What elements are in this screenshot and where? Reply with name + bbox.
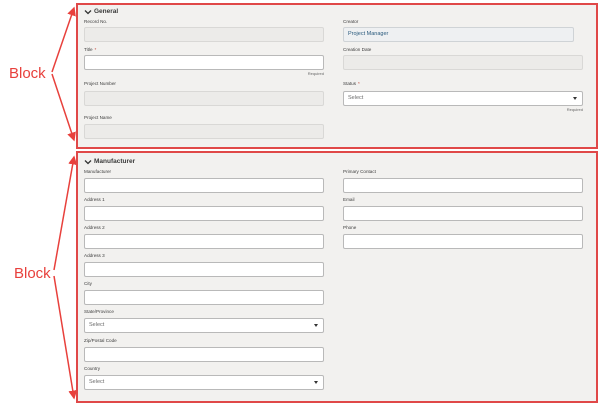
status-select[interactable]: Select bbox=[343, 91, 583, 106]
chevron-down-icon bbox=[84, 9, 92, 14]
city-label: City bbox=[84, 281, 92, 286]
primary-contact-label: Primary Contact bbox=[343, 169, 376, 174]
city-input[interactable] bbox=[84, 290, 324, 305]
address3-label: Address 3 bbox=[84, 253, 105, 258]
state-label: State/Province bbox=[84, 309, 114, 314]
status-label: Status * bbox=[343, 81, 360, 86]
email-label: Email bbox=[343, 197, 355, 202]
caret-down-icon bbox=[573, 97, 577, 100]
arrow-manufacturer-top bbox=[53, 155, 78, 271]
country-select[interactable]: Select bbox=[84, 375, 324, 390]
zip-input[interactable] bbox=[84, 347, 324, 362]
title-label: Title * bbox=[84, 47, 97, 52]
manufacturer-section: Manufacturer Manufacturer Address 1 Addr… bbox=[76, 151, 598, 403]
title-input[interactable] bbox=[84, 55, 324, 70]
creator-field: Project Manager bbox=[343, 27, 574, 42]
manufacturer-label: Manufacturer bbox=[84, 169, 112, 174]
chevron-down-icon bbox=[84, 159, 92, 164]
manufacturer-input[interactable] bbox=[84, 178, 324, 193]
creation-date-label: Creation Date bbox=[343, 47, 372, 52]
title-helper-text: Required bbox=[307, 71, 324, 76]
zip-label: Zip/Postal Code bbox=[84, 338, 117, 343]
general-section: General Record No. Title * Required Proje… bbox=[76, 3, 598, 149]
creator-label: Creator bbox=[343, 19, 359, 24]
arrow-general-top bbox=[51, 6, 76, 73]
manufacturer-section-title: Manufacturer bbox=[94, 158, 136, 165]
address3-input[interactable] bbox=[84, 262, 324, 277]
state-select[interactable]: Select bbox=[84, 318, 324, 333]
annotation-block-manufacturer: Block bbox=[14, 265, 51, 282]
caret-down-icon bbox=[314, 381, 318, 384]
country-select-value: Select bbox=[89, 379, 105, 385]
project-name-label: Project Name bbox=[84, 115, 112, 120]
project-number-field bbox=[84, 91, 324, 106]
address1-input[interactable] bbox=[84, 206, 324, 221]
email-input[interactable] bbox=[343, 206, 583, 221]
status-select-value: Select bbox=[348, 95, 364, 101]
country-label: Country bbox=[84, 366, 101, 371]
general-section-title: General bbox=[94, 8, 119, 15]
primary-contact-input[interactable] bbox=[343, 178, 583, 193]
caret-down-icon bbox=[314, 324, 318, 327]
project-name-field bbox=[84, 124, 324, 139]
record-no-label: Record No. bbox=[84, 19, 108, 24]
status-helper-text: Required bbox=[566, 107, 583, 112]
arrow-general-bottom bbox=[51, 73, 76, 142]
manufacturer-section-header[interactable]: Manufacturer bbox=[84, 158, 135, 165]
project-number-label: Project Number bbox=[84, 81, 116, 86]
arrow-manufacturer-bottom bbox=[53, 275, 78, 400]
creation-date-field bbox=[343, 55, 583, 70]
annotation-block-general: Block bbox=[9, 65, 46, 82]
status-required-mark: * bbox=[358, 81, 360, 86]
title-required-mark: * bbox=[94, 47, 97, 52]
address2-input[interactable] bbox=[84, 234, 324, 249]
general-section-header[interactable]: General bbox=[84, 8, 118, 15]
record-no-field bbox=[84, 27, 324, 42]
phone-input[interactable] bbox=[343, 234, 583, 249]
phone-label: Phone bbox=[343, 225, 357, 230]
address2-label: Address 2 bbox=[84, 225, 105, 230]
state-select-value: Select bbox=[89, 322, 105, 328]
address1-label: Address 1 bbox=[84, 197, 105, 202]
